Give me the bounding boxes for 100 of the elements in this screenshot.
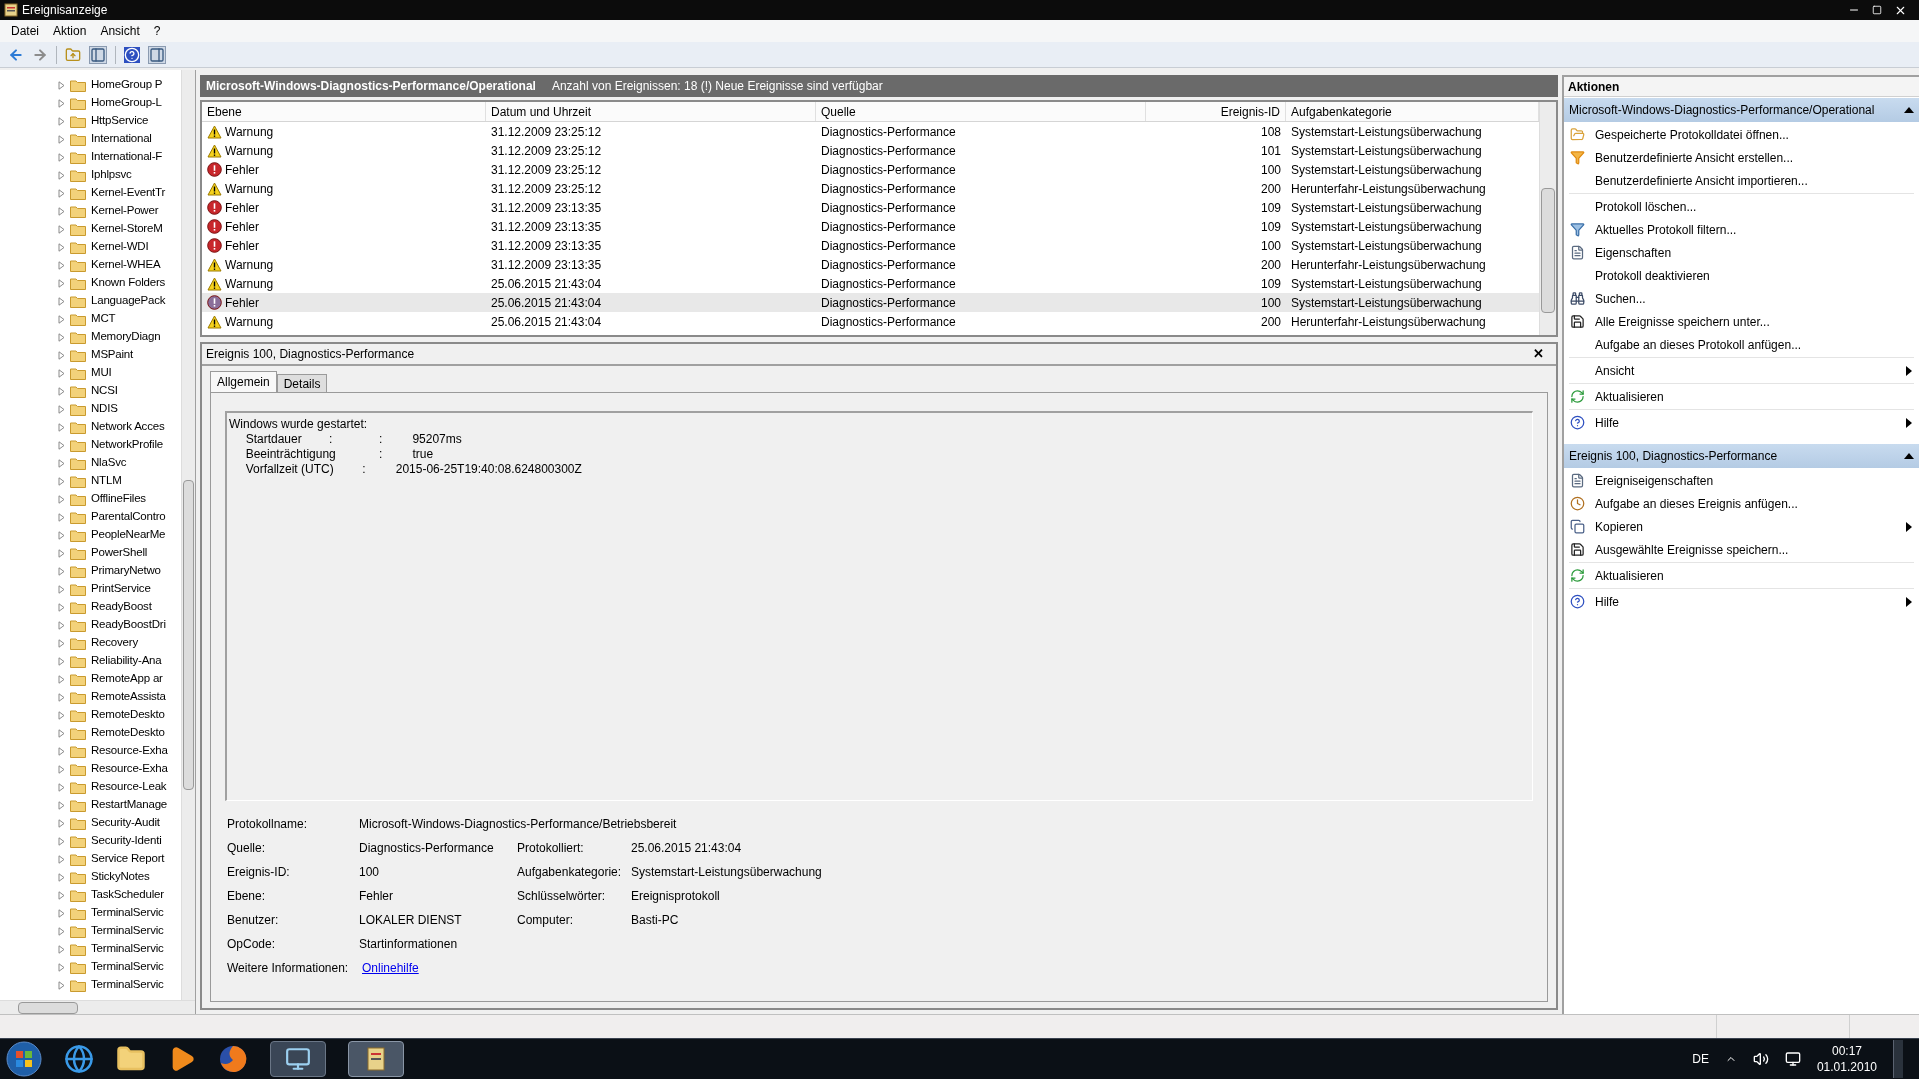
action-item[interactable]: Aufgabe an dieses Protokoll anfügen... [1569, 333, 1914, 356]
action-item[interactable]: Kopieren [1569, 515, 1914, 538]
action-item[interactable]: Alle Ereignisse speichern unter... [1569, 310, 1914, 333]
event-row[interactable]: Fehler 31.12.2009 23:25:12 Diagnostics-Performance 100 Systemstart-Leistungsüberwachung [202, 160, 1539, 179]
tree-item[interactable]: HomeGroup-L [91, 94, 162, 112]
tree-item[interactable]: TaskScheduler [91, 886, 164, 904]
maximize-icon[interactable] [1872, 5, 1882, 15]
folder-up-icon[interactable] [65, 46, 81, 63]
tree-item[interactable]: NTLM [91, 472, 122, 490]
menu-item[interactable]: Aktion [46, 22, 94, 40]
action-item[interactable]: Benutzerdefinierte Ansicht importieren... [1569, 169, 1914, 192]
tree-item[interactable]: Service Report [91, 850, 165, 868]
action-item[interactable]: Aktuelles Protokoll filtern... [1569, 218, 1914, 241]
column-header[interactable]: Quelle [816, 102, 1146, 121]
tree-item[interactable]: International-F [91, 148, 163, 166]
tree-item[interactable]: HomeGroup P [91, 76, 163, 94]
tree-item[interactable]: Network Acces [91, 418, 165, 436]
tab[interactable]: Details [276, 374, 328, 392]
clock[interactable]: 00:17 01.01.2010 [1816, 1043, 1877, 1075]
action-item[interactable]: Ausgewählte Ereignisse speichern... [1569, 538, 1914, 561]
action-item[interactable]: Hilfe [1569, 411, 1914, 434]
section-header[interactable]: Microsoft-Windows-Diagnostics-Performance/Operational [1564, 98, 1919, 122]
taskbar-app-button[interactable] [348, 1041, 404, 1077]
tree-item[interactable]: ReadyBoost [91, 598, 152, 616]
tree-item[interactable]: TerminalServic [91, 940, 164, 958]
tree-item[interactable]: NlaSvc [91, 454, 127, 472]
tree-item[interactable]: ParentalContro [91, 508, 166, 526]
event-row[interactable]: Fehler 31.12.2009 23:13:35 Diagnostics-Performance 109 Systemstart-Leistungsüberwachung [202, 198, 1539, 217]
taskbar-app-button[interactable] [270, 1041, 326, 1077]
tree-item[interactable]: International [91, 130, 152, 148]
action-item[interactable]: Ereigniseigenschaften [1569, 469, 1914, 492]
tree-item[interactable]: NDIS [91, 400, 118, 418]
tree-item[interactable]: TerminalServic [91, 958, 164, 976]
collapse-arrow-icon[interactable] [1904, 453, 1914, 459]
tree-item[interactable]: Resource-Leak [91, 778, 167, 796]
tree-item[interactable]: RemoteAssista [91, 688, 166, 706]
language-indicator[interactable]: DE [1692, 1050, 1709, 1068]
action-item[interactable]: Protokoll deaktivieren [1569, 264, 1914, 287]
close-button[interactable]: ✕ [1525, 344, 1552, 364]
speaker-icon[interactable] [1752, 1051, 1769, 1067]
tree-item[interactable]: NetworkProfile [91, 436, 163, 454]
panel-icon[interactable] [148, 45, 166, 64]
browser-icon[interactable] [64, 1044, 94, 1074]
column-header[interactable]: Ereignis-ID [1146, 102, 1286, 121]
collapse-arrow-icon[interactable] [1904, 107, 1914, 113]
event-row[interactable]: Warnung 31.12.2009 23:25:12 Diagnostics-Performance 108 Systemstart-Leistungsüberwachung [202, 122, 1539, 141]
section-header[interactable]: Ereignis 100, Diagnostics-Performance [1564, 444, 1919, 468]
horizontal-scrollbar[interactable] [0, 1000, 195, 1014]
tree-item[interactable]: Kernel-EventTr [91, 184, 166, 202]
action-item[interactable]: Aktualisieren [1569, 564, 1914, 587]
column-header[interactable]: Datum und Uhrzeit [486, 102, 816, 121]
event-row[interactable]: Warnung 31.12.2009 23:25:12 Diagnostics-Performance 200 Herunterfahr-Leistungsüberwachung [202, 179, 1539, 198]
action-item[interactable]: Suchen... [1569, 287, 1914, 310]
action-item[interactable]: Ansicht [1569, 359, 1914, 382]
tree-item[interactable]: PrintService [91, 580, 151, 598]
tree-item[interactable]: StickyNotes [91, 868, 150, 886]
back-icon[interactable] [8, 46, 24, 63]
tree-item[interactable]: Kernel-StoreM [91, 220, 163, 238]
show-desktop-button[interactable] [1893, 1040, 1903, 1078]
help-icon[interactable] [124, 46, 140, 63]
action-item[interactable]: Gespeicherte Protokolldatei öffnen... [1569, 123, 1914, 146]
tree-item[interactable]: Reliability-Ana [91, 652, 162, 670]
tree-item[interactable]: TerminalServic [91, 976, 164, 994]
tree-item[interactable]: HttpService [91, 112, 149, 130]
action-item[interactable]: Protokoll löschen... [1569, 195, 1914, 218]
tree-item[interactable]: Known Folders [91, 274, 166, 292]
action-item[interactable]: Hilfe [1569, 590, 1914, 613]
tree-item[interactable]: Iphlpsvc [91, 166, 132, 184]
action-item[interactable]: Eigenschaften [1569, 241, 1914, 264]
browser-icon[interactable] [218, 1044, 248, 1074]
tree-item[interactable]: Security-Identi [91, 832, 162, 850]
tree-item[interactable]: MemoryDiagn [91, 328, 161, 346]
event-row[interactable]: Fehler 25.06.2015 21:43:04 Diagnostics-Performance 100 Systemstart-Leistungsüberwachung [202, 293, 1539, 312]
menu-item[interactable]: ? [146, 22, 168, 40]
event-row[interactable]: Fehler 31.12.2009 23:13:35 Diagnostics-Performance 109 Systemstart-Leistungsüberwachung [202, 217, 1539, 236]
tree-item[interactable]: Recovery [91, 634, 138, 652]
event-row[interactable]: Fehler 31.12.2009 23:13:35 Diagnostics-Performance 100 Systemstart-Leistungsüberwachung [202, 236, 1539, 255]
tree-item[interactable]: PeopleNearMe [91, 526, 166, 544]
menu-item[interactable]: Ansicht [93, 22, 147, 40]
menu-item[interactable]: Datei [4, 22, 46, 40]
tree-item[interactable]: RestartManage [91, 796, 168, 814]
event-row[interactable]: Warnung 25.06.2015 21:43:04 Diagnostics-Performance 200 Herunterfahr-Leistungsüberwachung [202, 312, 1539, 331]
tree-item[interactable]: Kernel-WHEA [91, 256, 161, 274]
tree-item[interactable]: Resource-Exha [91, 742, 168, 760]
tree-item[interactable]: ReadyBoostDri [91, 616, 166, 634]
tree-item[interactable]: MUI [91, 364, 112, 382]
forward-icon[interactable] [32, 46, 48, 63]
panel-icon[interactable] [89, 45, 107, 64]
action-item[interactable]: Aufgabe an dieses Ereignis anfügen... [1569, 492, 1914, 515]
tab[interactable]: Allgemein [210, 371, 277, 392]
tree-item[interactable]: MSPaint [91, 346, 134, 364]
tree-item[interactable]: RemoteApp ar [91, 670, 163, 688]
tree-item[interactable]: RemoteDeskto [91, 706, 165, 724]
tree-item[interactable]: NCSI [91, 382, 118, 400]
help-link[interactable]: Onlinehilfe [362, 959, 419, 977]
tree-item[interactable]: PrimaryNetwo [91, 562, 161, 580]
tree-item[interactable]: Security-Audit [91, 814, 160, 832]
action-item[interactable]: Benutzerdefinierte Ansicht erstellen... [1569, 146, 1914, 169]
tree-item[interactable]: MCT [91, 310, 116, 328]
tree-item[interactable]: OfflineFiles [91, 490, 146, 508]
